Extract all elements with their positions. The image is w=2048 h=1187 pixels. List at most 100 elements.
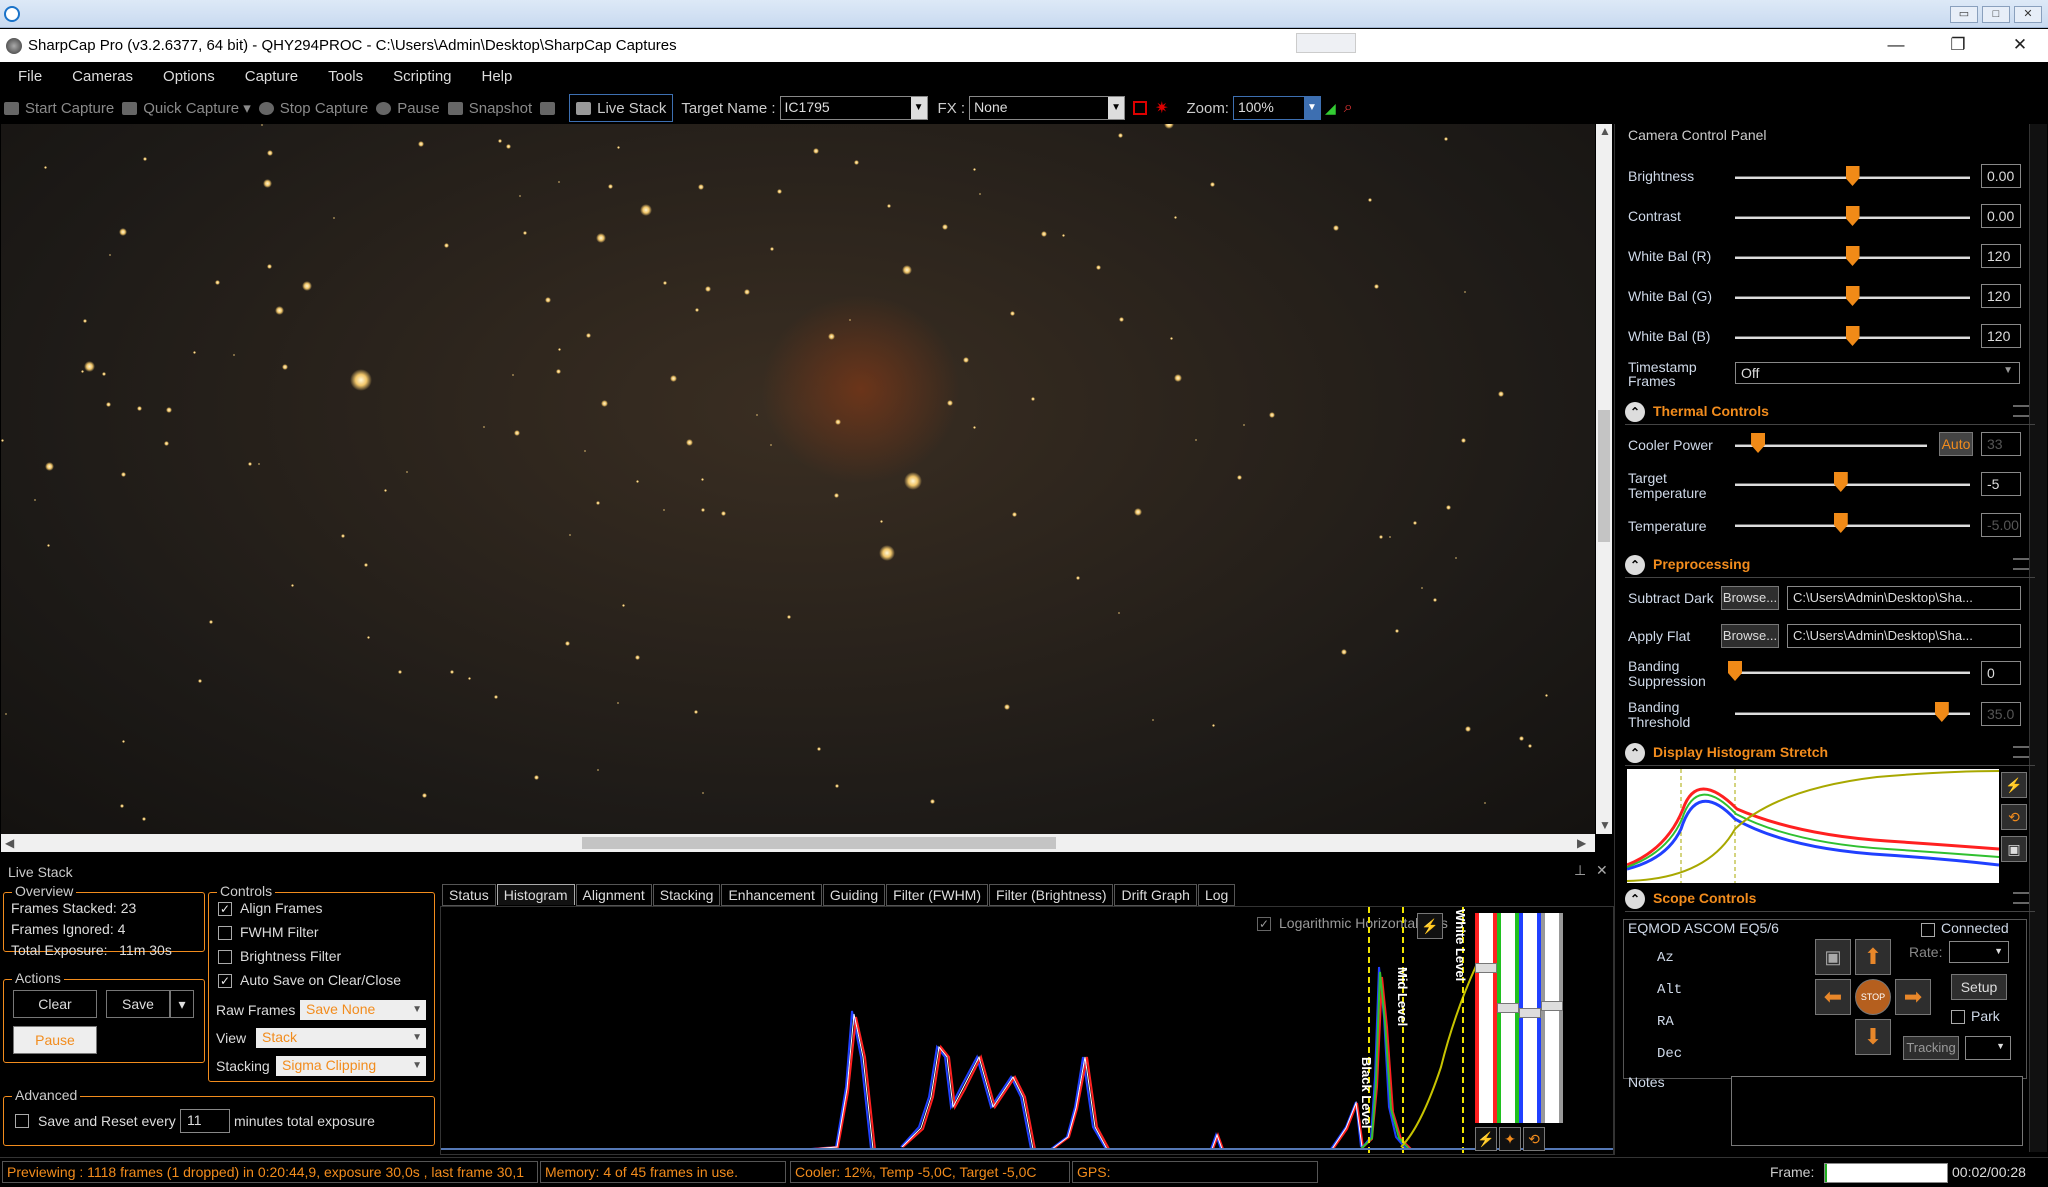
red-level-slider[interactable] <box>1475 913 1497 1123</box>
target-temp-knob[interactable] <box>1833 472 1848 492</box>
horizontal-scrollbar[interactable]: ◀ ▶ <box>1 834 1595 852</box>
park-checkbox[interactable] <box>1951 1010 1965 1024</box>
white-bal-g-value[interactable]: 120 <box>1981 284 2021 308</box>
move-south-button[interactable]: ⬇ <box>1855 1019 1891 1055</box>
collapse-icon[interactable]: ⌃ <box>1625 889 1645 909</box>
scroll-right-icon[interactable]: ▶ <box>1577 836 1586 850</box>
notes-textarea[interactable] <box>1731 1076 2023 1146</box>
contrast-knob[interactable] <box>1845 206 1860 226</box>
save-stretch-button[interactable]: ▣ <box>2001 836 2027 862</box>
cooler-power-value[interactable]: 33 <box>1981 432 2021 456</box>
rate-select[interactable]: ▼ <box>1949 941 2009 963</box>
zoom-select[interactable]: 100% ▼ <box>1232 96 1321 120</box>
tab-filter-brightness[interactable]: Filter (Brightness) <box>989 884 1114 906</box>
start-capture-button[interactable]: Start Capture <box>4 94 114 122</box>
menu-help[interactable]: Help <box>482 68 513 85</box>
white-bal-b-value[interactable]: 120 <box>1981 324 2021 348</box>
quick-capture-button[interactable]: Quick Capture ▾ <box>122 94 251 122</box>
collapse-icon[interactable]: ⌃ <box>1625 743 1645 763</box>
luminance-level-slider[interactable] <box>1541 913 1563 1123</box>
banding-suppression-knob[interactable] <box>1728 661 1742 681</box>
browse-flat-button[interactable]: Browse... <box>1721 624 1779 648</box>
remote-maximize-button[interactable]: □ <box>1982 6 2010 23</box>
white-bal-r-value[interactable]: 120 <box>1981 244 2021 268</box>
raw-frames-select[interactable]: Save None ▼ <box>300 1000 426 1020</box>
scroll-up-icon[interactable]: ▲ <box>1599 124 1611 138</box>
zoom-tool-button[interactable]: ⌕ <box>1344 94 1353 122</box>
target-temp-value[interactable]: -5 <box>1981 472 2021 496</box>
menu-icon[interactable] <box>2013 746 2029 758</box>
menu-file[interactable]: File <box>18 68 42 85</box>
image-viewer[interactable] <box>1 124 1595 834</box>
stop-button[interactable]: STOP <box>1855 979 1891 1015</box>
align-frames-checkbox[interactable]: ✓ <box>218 902 232 916</box>
snapshot-button[interactable]: Snapshot <box>447 94 532 122</box>
chevron-down-icon[interactable]: ▼ <box>1108 97 1125 119</box>
pause-stack-button[interactable]: Pause <box>13 1026 97 1054</box>
target-name-input[interactable]: IC1795 ▼ <box>779 96 928 120</box>
reset-levels-button[interactable]: ⟲ <box>1523 1127 1545 1151</box>
tab-enhancement[interactable]: Enhancement <box>721 884 822 906</box>
menu-icon[interactable] <box>2013 558 2029 570</box>
scope-goto-button[interactable]: ▣ <box>1815 939 1851 975</box>
connected-checkbox[interactable] <box>1921 923 1935 937</box>
menu-icon[interactable] <box>2013 405 2029 417</box>
settings-toolbar-button[interactable] <box>540 94 561 122</box>
maximize-button[interactable]: ❐ <box>1938 35 1978 55</box>
move-east-button[interactable]: ➡ <box>1895 979 1931 1015</box>
green-level-slider[interactable] <box>1497 913 1519 1123</box>
minimize-button[interactable]: — <box>1876 35 1916 55</box>
close-icon[interactable]: ✕ <box>1596 862 1608 879</box>
thermal-controls-header[interactable]: ⌃ Thermal Controls <box>1625 399 2035 425</box>
menu-cameras[interactable]: Cameras <box>72 68 133 85</box>
tab-histogram[interactable]: Histogram <box>496 884 575 905</box>
save-button[interactable]: Save <box>106 990 170 1018</box>
star-stretch-button[interactable]: ✦ <box>1499 1127 1521 1151</box>
chevron-down-icon[interactable]: ▼ <box>910 97 927 119</box>
setup-button[interactable]: Setup <box>1951 974 2007 1000</box>
tab-stacking[interactable]: Stacking <box>652 884 721 906</box>
banding-threshold-knob[interactable] <box>1934 702 1949 722</box>
chevron-down-icon[interactable]: ▼ <box>1303 97 1320 119</box>
live-stack-button[interactable]: Live Stack <box>569 94 674 122</box>
pause-button[interactable]: Pause <box>376 94 440 122</box>
remote-close-button[interactable]: ✕ <box>2014 6 2042 23</box>
save-reset-checkbox[interactable] <box>15 1114 29 1128</box>
tab-log[interactable]: Log <box>1197 884 1236 906</box>
menu-capture[interactable]: Capture <box>245 68 298 85</box>
tab-drift-graph[interactable]: Drift Graph <box>1114 884 1197 906</box>
collapse-icon[interactable]: ⌃ <box>1625 555 1645 575</box>
scroll-left-icon[interactable]: ◀ <box>5 836 14 850</box>
target-temp-slider[interactable] <box>1735 483 1970 486</box>
white-bal-r-knob[interactable] <box>1845 246 1860 266</box>
menu-tools[interactable]: Tools <box>328 68 363 85</box>
panel-scrollbar[interactable] <box>2029 124 2047 1152</box>
cooler-auto-button[interactable]: Auto <box>1939 432 1973 456</box>
pin-icon[interactable]: ⊥ <box>1574 862 1586 879</box>
stop-capture-button[interactable]: Stop Capture <box>258 94 368 122</box>
scroll-thumb[interactable] <box>1598 410 1610 542</box>
close-button[interactable]: ✕ <box>2000 35 2040 55</box>
collapse-icon[interactable]: ⌃ <box>1625 402 1645 422</box>
stretch-histogram[interactable] <box>1626 769 2000 883</box>
brightness-filter-checkbox[interactable] <box>218 950 232 964</box>
tracking-button[interactable]: Tracking <box>1903 1036 1959 1060</box>
reset-stretch-button[interactable]: ⟲ <box>2001 804 2027 830</box>
tab-guiding[interactable]: Guiding <box>822 884 886 906</box>
brightness-knob[interactable] <box>1845 166 1860 186</box>
white-bal-g-knob[interactable] <box>1845 286 1860 306</box>
move-north-button[interactable]: ⬆ <box>1855 939 1891 975</box>
tab-filter-fwhm[interactable]: Filter (FWHM) <box>886 884 989 906</box>
dark-path-select[interactable]: C:\Users\Admin\Desktop\Sha... <box>1787 586 2021 610</box>
auto-level-button[interactable]: ⚡ <box>1417 913 1443 939</box>
timestamp-select[interactable]: Off ▼ <box>1735 362 2020 384</box>
tab-status[interactable]: Status <box>442 884 496 906</box>
histogram-button[interactable]: ◢ <box>1325 94 1336 122</box>
stacking-select[interactable]: Sigma Clipping ▼ <box>276 1056 426 1076</box>
scroll-down-icon[interactable]: ▼ <box>1599 818 1611 832</box>
view-select[interactable]: Stack ▼ <box>256 1028 426 1048</box>
scroll-thumb[interactable] <box>582 837 1056 849</box>
minutes-stepper[interactable]: 11 <box>180 1109 230 1133</box>
vertical-scrollbar[interactable]: ▲ ▼ <box>1596 124 1612 834</box>
auto-stretch-levels-button[interactable]: ⚡ <box>1475 1127 1497 1151</box>
